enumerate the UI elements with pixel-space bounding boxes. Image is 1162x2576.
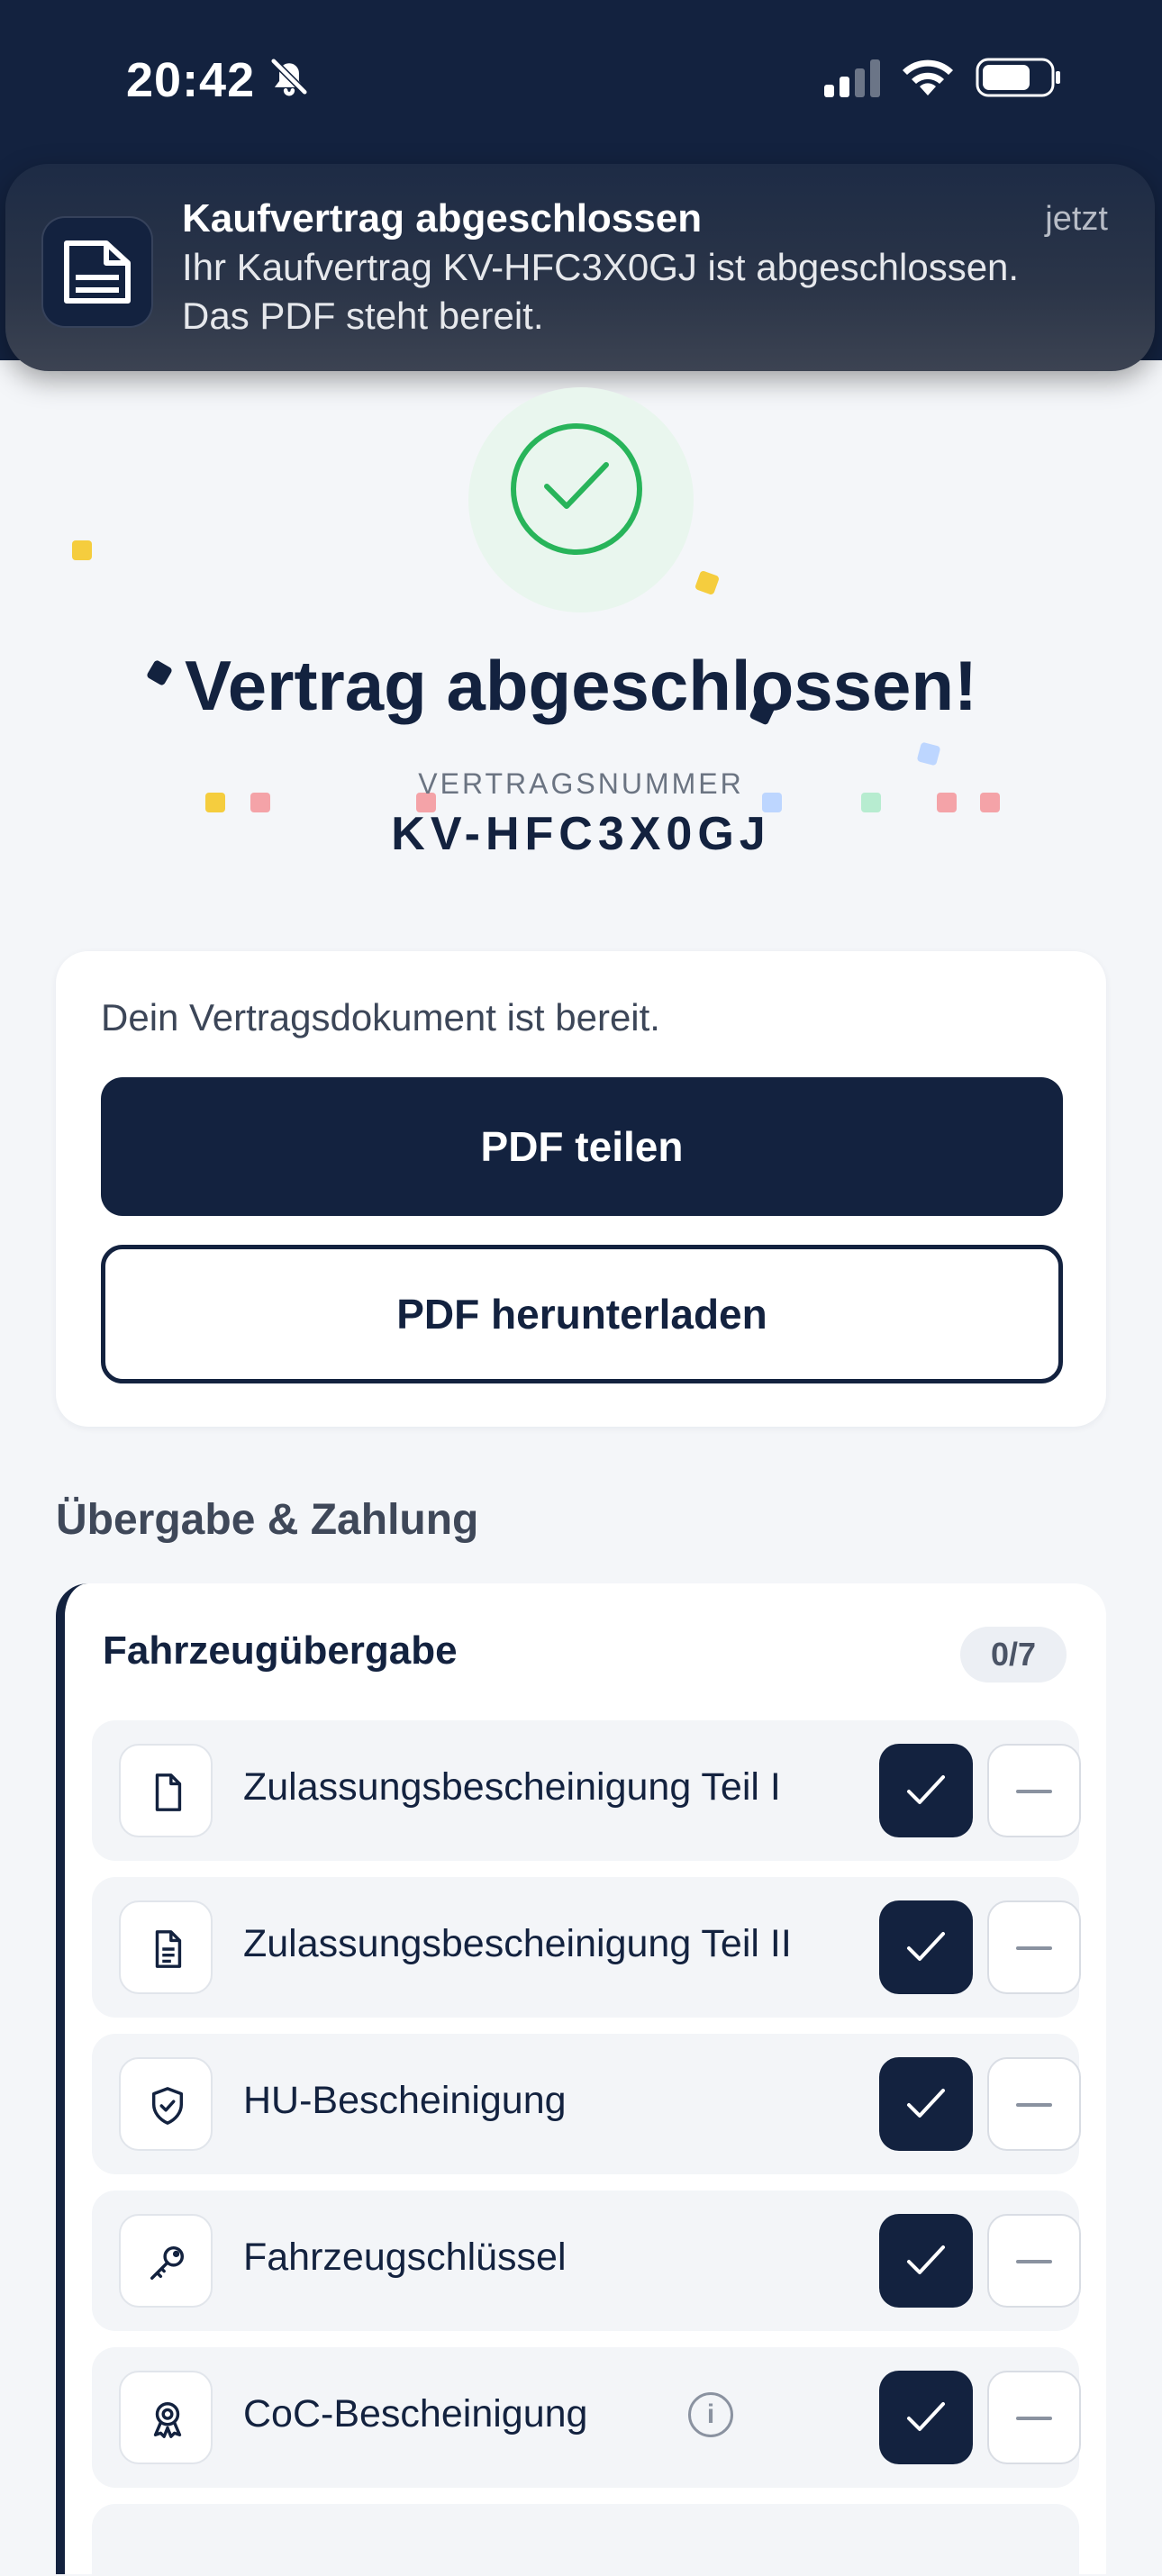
checklist-item-label: Fahrzeugschlüssel — [243, 2236, 567, 2279]
checklist-item: Zulassungsbescheinigung Teil I — [92, 1720, 1081, 1861]
confirm-button[interactable] — [879, 2371, 973, 2464]
checklist-title: Fahrzeugübergabe — [103, 1628, 458, 1673]
not-applicable-button[interactable] — [987, 2371, 1081, 2464]
document-icon — [41, 216, 153, 328]
confirm-button[interactable] — [879, 2214, 973, 2308]
confirm-button[interactable] — [879, 1744, 973, 1837]
checklist-item: Fahrzeugschlüssel — [92, 2191, 1081, 2331]
not-applicable-button[interactable] — [987, 1900, 1081, 1994]
share-pdf-button[interactable]: PDF teilen — [101, 1077, 1063, 1216]
document-ready-text: Dein Vertragsdokument ist bereit. — [101, 996, 660, 1039]
confetti-piece — [694, 569, 721, 596]
confetti-piece — [72, 540, 92, 560]
file-text-icon — [119, 1900, 213, 1994]
cellular-signal-icon — [824, 59, 880, 97]
section-title: Übergabe & Zahlung — [56, 1496, 479, 1544]
status-time: 20:42 — [126, 53, 256, 107]
checklist-item-label: Zulassungsbescheinigung Teil I — [243, 1765, 781, 1809]
file-icon — [119, 1744, 213, 1837]
wifi-icon — [903, 59, 953, 95]
not-applicable-button[interactable] — [987, 2057, 1081, 2151]
notification-title: Kaufvertrag abgeschlossen — [182, 196, 703, 240]
download-pdf-button[interactable]: PDF herunterladen — [101, 1245, 1063, 1383]
not-applicable-button[interactable] — [987, 2214, 1081, 2308]
checklist-item — [92, 2504, 1079, 2576]
checklist-item: Zulassungsbescheinigung Teil II — [92, 1877, 1081, 2018]
confirm-button[interactable] — [879, 2057, 973, 2151]
confetti-piece — [916, 741, 941, 766]
award-icon — [119, 2371, 213, 2464]
shield-check-icon — [119, 2057, 213, 2151]
battery-icon — [976, 58, 1060, 97]
checklist-item: CoC-Bescheinigung i — [92, 2347, 1081, 2488]
contract-number-label: VERTRAGSNUMMER — [418, 767, 744, 800]
checklist-count-badge: 0/7 — [960, 1627, 1067, 1683]
checklist-item-label: CoC-Bescheinigung — [243, 2392, 588, 2435]
checklist-item-label: HU-Bescheinigung — [243, 2079, 567, 2122]
notification-body: Ihr Kaufvertrag KV-HFC3X0GJ ist abgeschl… — [182, 246, 1020, 337]
bell-slash-icon — [269, 57, 309, 96]
handover-checklist: Fahrzeugübergabe 0/7 Zulassungsbescheini… — [56, 1583, 1106, 2576]
notification-time: jetzt — [1045, 200, 1108, 238]
confirm-button[interactable] — [879, 1900, 973, 1994]
checklist-item-label: Zulassungsbescheinigung Teil II — [243, 1922, 792, 1965]
checklist-item: HU-Bescheinigung — [92, 2034, 1081, 2174]
contract-number: KV-HFC3X0GJ — [391, 808, 771, 860]
push-notification[interactable]: Kaufvertrag abgeschlossen jetzt Ihr Kauf… — [5, 164, 1155, 371]
document-card: Dein Vertragsdokument ist bereit. PDF te… — [56, 951, 1106, 1427]
not-applicable-button[interactable] — [987, 1744, 1081, 1837]
status-bar: 20:42 — [0, 0, 1162, 162]
info-icon[interactable]: i — [688, 2392, 733, 2437]
success-headline: Vertrag abgeschlossen! — [184, 646, 977, 725]
key-icon — [119, 2214, 213, 2308]
checkmark-circle-icon — [511, 423, 642, 555]
